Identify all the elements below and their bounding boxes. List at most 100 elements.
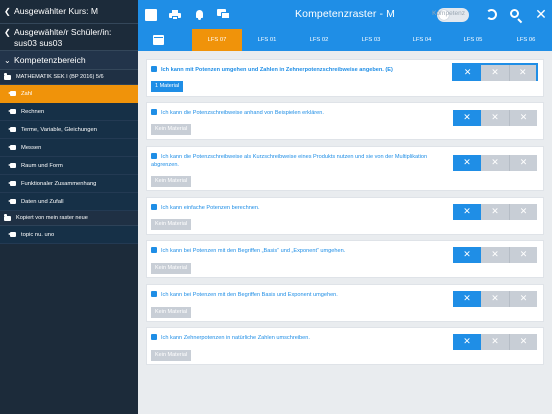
material-button[interactable]: Kein Material (151, 350, 192, 361)
rate-button-1[interactable]: ✕ (453, 247, 481, 263)
rate-button-1[interactable]: ✕ (453, 110, 481, 126)
competence-text: Ich kann Zehnerpotenzen in natürliche Za… (151, 334, 461, 342)
competence-statement: Ich kann bei Potenzen mit den Begriffen … (161, 248, 346, 254)
competence-statement: Ich kann Zehnerpotenzen in natürliche Za… (161, 335, 310, 341)
rate-button-1[interactable]: ✕ (453, 155, 481, 171)
tab-bar: LFS 07 LFS 01 LFS 02 LFS 03 LFS 04 LFS 0… (138, 29, 552, 51)
competence-card: Ich kann bei Potenzen mit den Begriffen … (146, 284, 544, 322)
rating-buttons: ✕ ✕ ✕ (453, 291, 537, 307)
chevron-left-icon: ❮ (4, 7, 11, 16)
cube-icon (151, 66, 157, 72)
rate-button-3[interactable]: ✕ (509, 110, 537, 126)
sidebar-item-label: Terme, Variable, Gleichungen (21, 126, 97, 133)
sidebar-item-label: Raum und Form (21, 162, 63, 169)
tab-lfs04[interactable]: LFS 04 (397, 29, 447, 51)
rate-button-3[interactable]: ✕ (509, 291, 537, 307)
rate-button-3[interactable]: ✕ (508, 65, 536, 81)
material-button[interactable]: Kein Material (151, 219, 192, 230)
sidebar-folder-copied[interactable]: Kopiert von mein raster neue (0, 211, 138, 226)
competence-statement: Ich kann mit Potenzen umgehen und Zahlen… (161, 67, 393, 73)
sidebar-category[interactable]: MATHEMATIK SEK I (BP 2016) 5/6 (0, 70, 138, 85)
search-icon (510, 8, 523, 23)
close-icon: ✕ (535, 6, 547, 23)
rate-button-1[interactable]: ✕ (453, 291, 481, 307)
material-button[interactable]: Kein Material (151, 263, 192, 274)
mode-toggle[interactable]: Kompetenz (432, 0, 470, 29)
selected-course-label: Ausgewählter Kurs: M (14, 6, 99, 16)
header-bar: Kompetenzraster - M Kompetenz ✕ (138, 0, 552, 29)
competence-card: Ich kann die Potenzschreibweise als Kurz… (146, 146, 544, 191)
sidebar-item-label: Rechnen (21, 108, 45, 115)
close-button[interactable]: ✕ (534, 0, 548, 29)
material-button[interactable]: 1 Material (151, 81, 184, 92)
rate-button-3[interactable]: ✕ (509, 204, 537, 220)
tab-overview[interactable] (138, 29, 178, 51)
sidebar-item-label: Zahl (21, 90, 33, 97)
cube-icon (151, 153, 157, 159)
competence-card: Ich kann die Potenzschreibweise anhand v… (146, 102, 544, 140)
sidebar-item-terme[interactable]: Terme, Variable, Gleichungen (0, 121, 138, 139)
tab-lfs02[interactable]: LFS 02 (294, 29, 344, 51)
tab-lfs01[interactable]: LFS 01 (242, 29, 292, 51)
competence-statement: Ich kann einfache Potenzen berechnen. (161, 205, 260, 211)
rate-button-2[interactable]: ✕ (481, 155, 509, 171)
competence-statement: Ich kann bei Potenzen mit den Begriffen … (161, 292, 338, 298)
competence-text: Ich kann die Potenzschreibweise als Kurz… (151, 153, 441, 169)
tag-icon (8, 109, 16, 114)
rate-button-2[interactable]: ✕ (481, 65, 509, 81)
cube-icon (151, 291, 157, 297)
rate-button-3[interactable]: ✕ (509, 334, 537, 350)
sidebar-item-zahl[interactable]: Zahl (0, 85, 138, 103)
rate-button-1[interactable]: ✕ (454, 65, 482, 81)
selected-student[interactable]: ❮ Ausgewählte/r Schüler/in: sus03 sus03 (0, 24, 138, 51)
tab-lfs05[interactable]: LFS 05 (448, 29, 498, 51)
competence-text: Ich kann die Potenzschreibweise anhand v… (151, 109, 461, 117)
search-button[interactable] (508, 0, 524, 29)
tab-lfs03[interactable]: LFS 03 (346, 29, 396, 51)
rate-button-2[interactable]: ✕ (481, 110, 509, 126)
rating-buttons: ✕ ✕ ✕ (453, 155, 537, 171)
tab-lfs06[interactable]: LFS 06 (500, 29, 552, 51)
sidebar-item-label: Daten und Zufall (21, 198, 64, 205)
tab-lfs07[interactable]: LFS 07 (192, 29, 242, 51)
competence-statement: Ich kann die Potenzschreibweise als Kurz… (151, 154, 428, 168)
material-button[interactable]: Kein Material (151, 124, 192, 135)
competence-area-label: Kompetenzbereich (14, 55, 86, 65)
refresh-button[interactable] (484, 0, 498, 29)
sidebar-item-funktional[interactable]: Funktionaler Zusammenhang (0, 175, 138, 193)
rate-button-2[interactable]: ✕ (481, 247, 509, 263)
sidebar-item-messen[interactable]: Messen (0, 139, 138, 157)
rate-button-3[interactable]: ✕ (509, 247, 537, 263)
sidebar-category-label: MATHEMATIK SEK I (BP 2016) 5/6 (16, 74, 104, 80)
sidebar-item-daten[interactable]: Daten und Zufall (0, 193, 138, 211)
tag-icon (8, 145, 16, 150)
material-button[interactable]: Kein Material (151, 307, 192, 318)
material-button[interactable]: Kein Material (151, 176, 192, 187)
competence-card: Ich kann einfache Potenzen berechnen. Ke… (146, 197, 544, 235)
rate-button-2[interactable]: ✕ (481, 204, 509, 220)
rate-button-1[interactable]: ✕ (453, 204, 481, 220)
tag-icon (8, 199, 16, 204)
folder-icon (4, 214, 11, 221)
sidebar-item-label: Messen (21, 144, 42, 151)
tag-icon (8, 127, 16, 132)
rating-buttons: ✕ ✕ ✕ (453, 247, 537, 263)
sidebar: ❮ Ausgewählter Kurs: M ❮ Ausgewählte/r S… (0, 0, 138, 414)
competence-area[interactable]: ⌄ Kompetenzbereich (0, 51, 138, 70)
selected-student-label: Ausgewählte/r Schüler/in: sus03 sus03 (14, 27, 112, 48)
rate-button-3[interactable]: ✕ (509, 155, 537, 171)
competence-text: Ich kann mit Potenzen umgehen und Zahlen… (151, 66, 461, 74)
rate-button-2[interactable]: ✕ (481, 334, 509, 350)
rate-button-1[interactable]: ✕ (453, 334, 481, 350)
tag-icon (8, 181, 16, 186)
competence-card: Ich kann mit Potenzen umgehen und Zahlen… (146, 59, 544, 97)
sidebar-item-rechnen[interactable]: Rechnen (0, 103, 138, 121)
chevron-left-icon: ❮ (4, 28, 11, 37)
chevron-down-icon: ⌄ (4, 56, 11, 65)
sidebar-item-topic[interactable]: topic nu. uno (0, 226, 138, 244)
rating-buttons: ✕ ✕ ✕ (453, 110, 537, 126)
sidebar-item-raum[interactable]: Raum und Form (0, 157, 138, 175)
rate-button-2[interactable]: ✕ (481, 291, 509, 307)
rating-buttons: ✕ ✕ ✕ (453, 334, 537, 350)
selected-course[interactable]: ❮ Ausgewählter Kurs: M (0, 0, 138, 24)
